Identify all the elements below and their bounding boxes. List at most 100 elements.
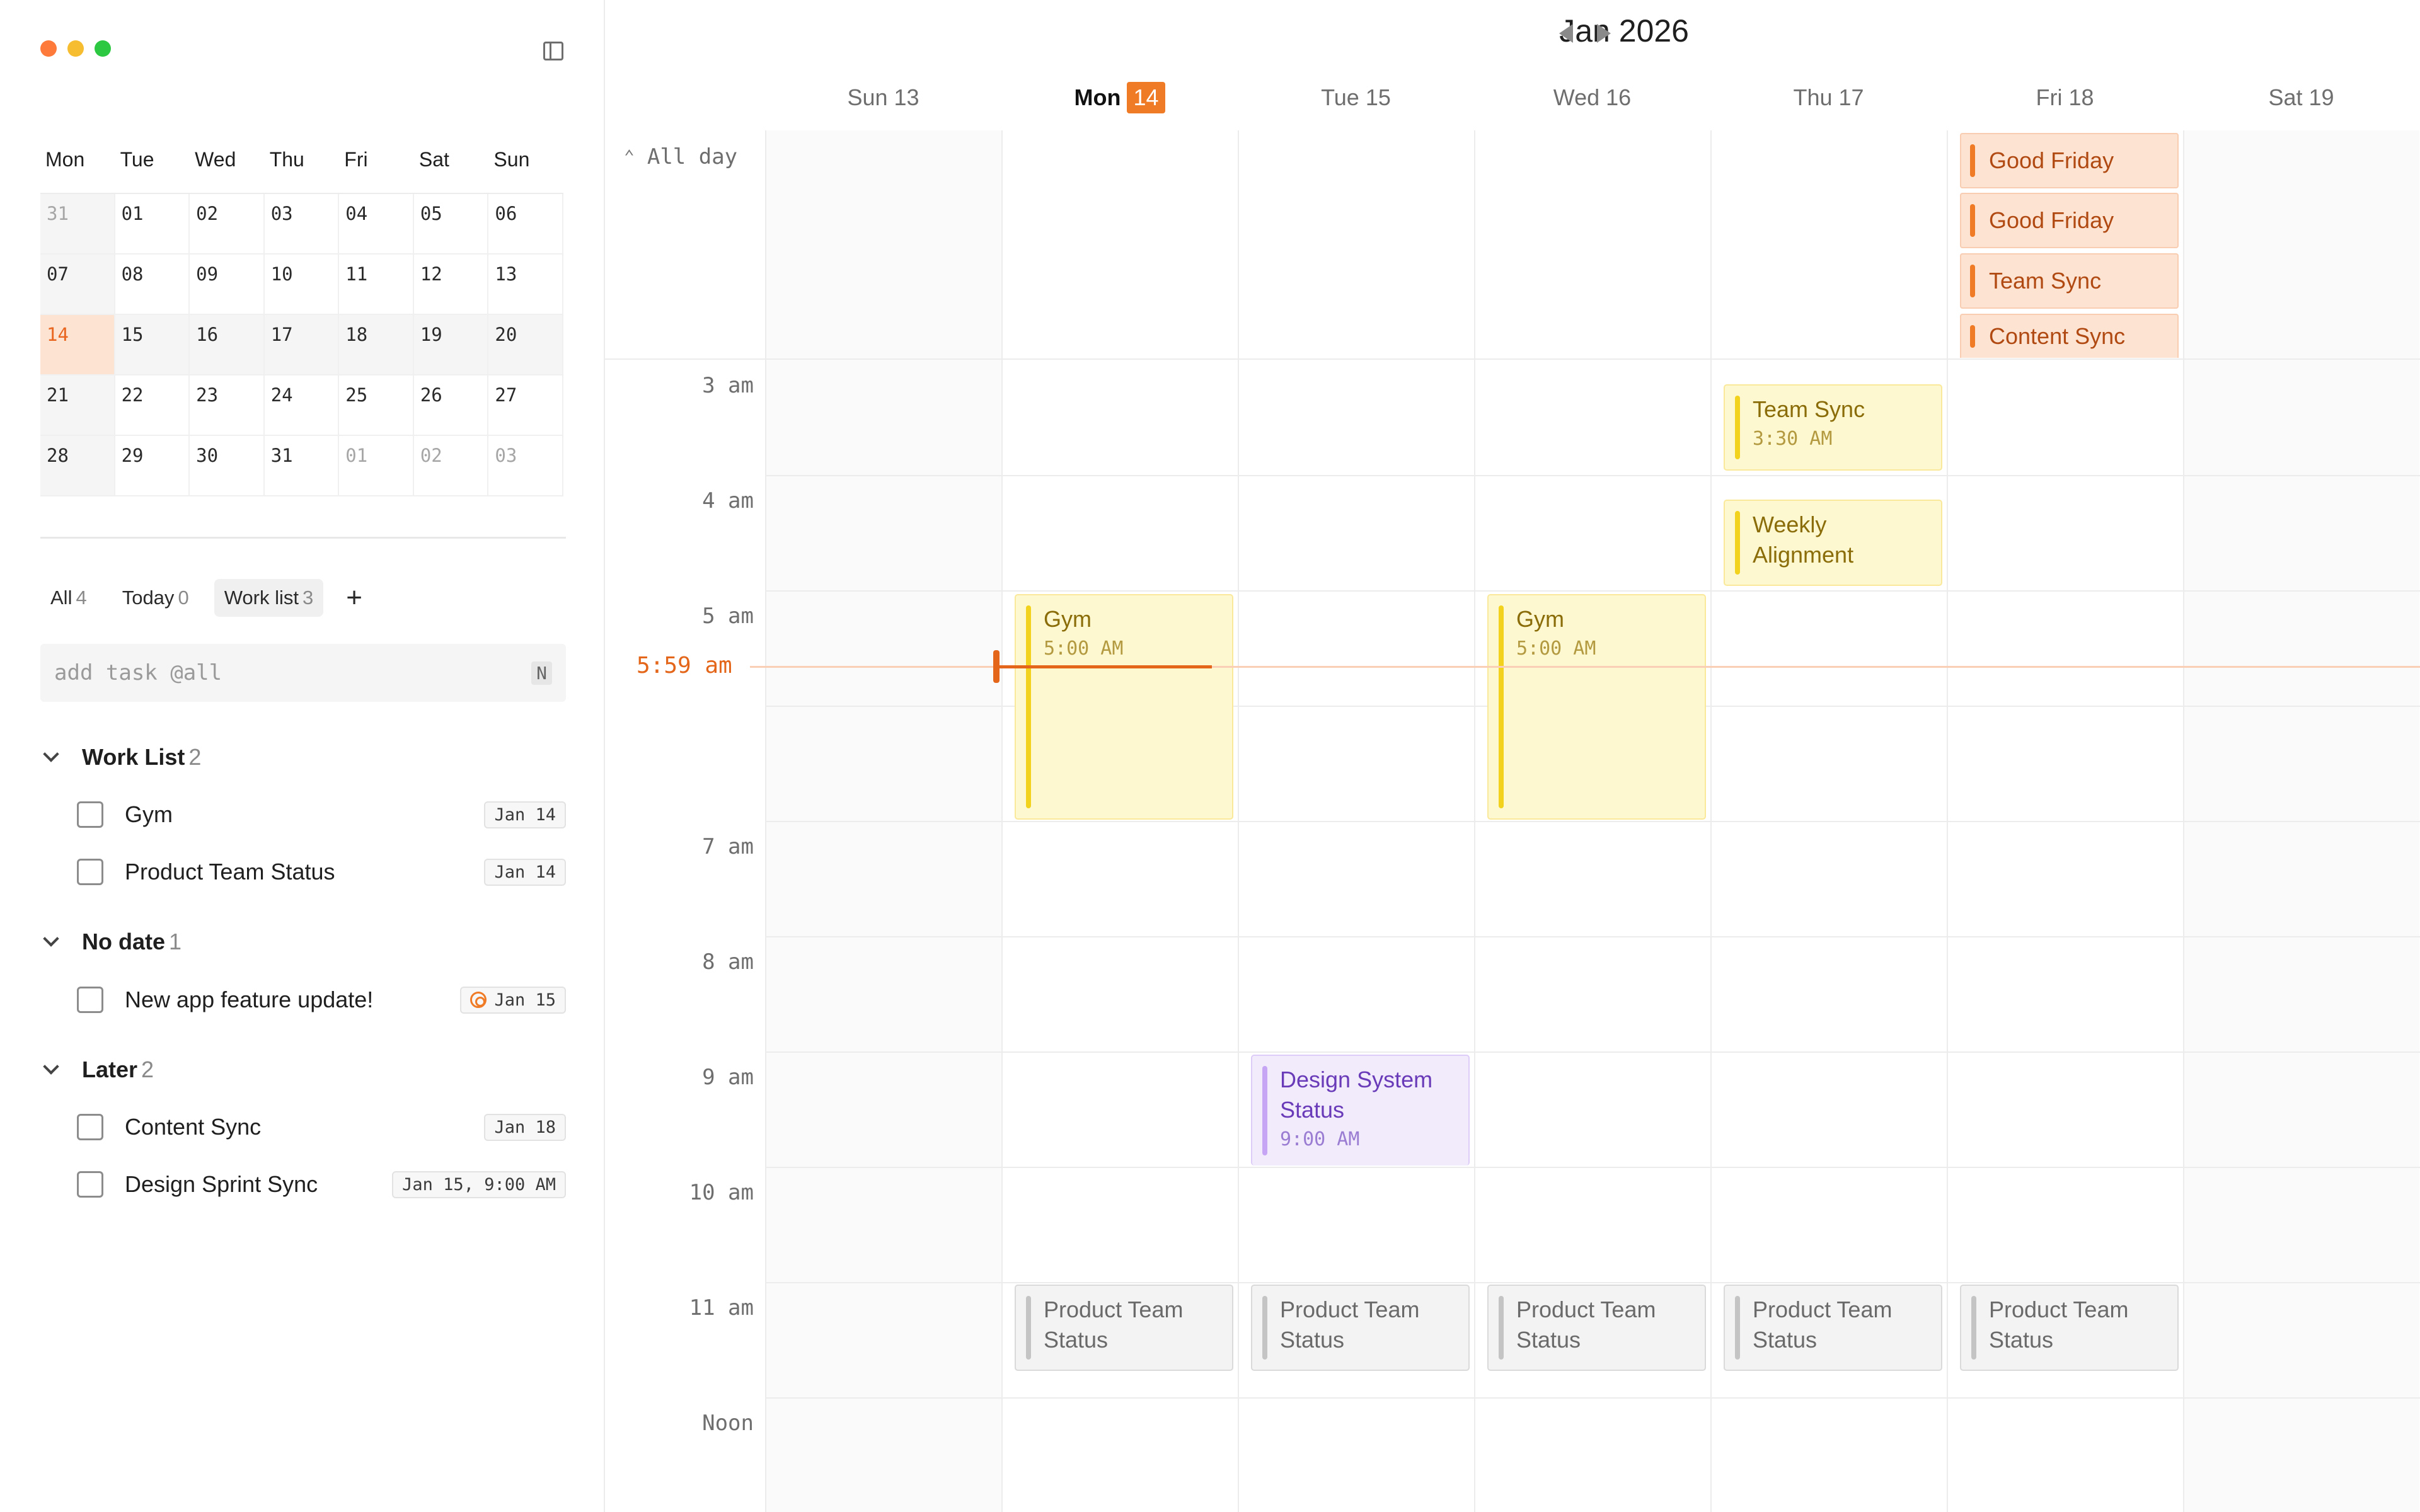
next-week-icon[interactable] <box>1597 24 1611 43</box>
window-minimize-button[interactable] <box>67 40 84 57</box>
mini-calendar-day[interactable]: 18 <box>339 315 414 375</box>
mini-calendar-day[interactable]: 16 <box>190 315 265 375</box>
day-header[interactable]: Tue 15 <box>1238 76 1474 120</box>
mini-calendar-day[interactable]: 01 <box>115 194 190 255</box>
hour-label: 3 am <box>702 373 754 398</box>
task-checkbox[interactable] <box>77 1114 103 1140</box>
all-day-toggle[interactable]: ⌃ All day <box>624 144 737 169</box>
mini-calendar-day[interactable]: 15 <box>115 315 190 375</box>
event-weekly-alignment[interactable]: Weekly Alignment <box>1724 500 1942 586</box>
day-header[interactable]: Fri 18 <box>1947 76 2183 120</box>
add-task-field[interactable]: N <box>40 644 566 702</box>
task-checkbox[interactable] <box>77 859 103 885</box>
mini-calendar-day[interactable]: 29 <box>115 436 190 496</box>
mini-calendar-day[interactable]: 05 <box>413 194 489 255</box>
task-item: New app feature update! Jan 15 <box>77 978 566 1022</box>
mini-calendar-weekdays: Mon Tue Wed Thu Fri Sat Sun <box>40 126 563 193</box>
task-date-badge[interactable]: Jan 15 <box>460 986 566 1014</box>
mini-calendar-day[interactable]: 30 <box>190 436 265 496</box>
event-gym[interactable]: Gym 5:00 AM <box>1015 594 1233 820</box>
event-product-team-status[interactable]: Product Team Status <box>1487 1285 1706 1371</box>
mini-calendar-day[interactable]: 22 <box>115 375 190 436</box>
tab-all[interactable]: All 4 <box>40 579 97 617</box>
event-title: Weekly Alignment <box>1753 512 1854 568</box>
mini-calendar-day[interactable]: 26 <box>413 375 489 436</box>
sidebar-toggle-icon[interactable] <box>543 42 563 60</box>
task-label[interactable]: Content Sync <box>125 1114 484 1140</box>
all-day-event[interactable]: Good Friday <box>1960 193 2179 248</box>
task-checkbox[interactable] <box>77 987 103 1013</box>
chevron-down-icon <box>43 1058 59 1075</box>
event-product-team-status[interactable]: Product Team Status <box>1724 1285 1942 1371</box>
mini-calendar-day[interactable]: 13 <box>488 255 563 315</box>
mini-calendar-day[interactable]: 17 <box>264 315 340 375</box>
tab-count: 3 <box>302 587 314 609</box>
all-day-event[interactable]: Team Sync <box>1960 253 2179 309</box>
mini-calendar-day[interactable]: 07 <box>40 255 115 315</box>
mini-calendar-day[interactable]: 25 <box>339 375 414 436</box>
event-gym[interactable]: Gym 5:00 AM <box>1487 594 1706 820</box>
mini-calendar-day[interactable]: 04 <box>339 194 414 255</box>
event-product-team-status[interactable]: Product Team Status <box>1960 1285 2179 1371</box>
mini-calendar: Mon Tue Wed Thu Fri Sat Sun 31 01 02 03 … <box>40 126 563 496</box>
task-checkbox[interactable] <box>77 801 103 828</box>
task-label[interactable]: Product Team Status <box>125 859 484 885</box>
task-label[interactable]: Design Sprint Sync <box>125 1171 392 1198</box>
group-header-work-list[interactable]: Work List 2 <box>40 740 201 775</box>
hour-divider <box>765 936 2420 937</box>
mini-calendar-day[interactable]: 09 <box>190 255 265 315</box>
mini-calendar-day[interactable]: 02 <box>413 436 489 496</box>
tab-label: All <box>50 587 72 609</box>
day-header[interactable]: Wed 16 <box>1474 76 1710 120</box>
task-date-badge[interactable]: Jan 14 <box>484 801 566 828</box>
mini-calendar-day[interactable]: 31 <box>40 194 115 255</box>
event-title: Gym <box>1044 606 1092 632</box>
tab-work-list[interactable]: Work list 3 <box>214 579 324 617</box>
previous-week-icon[interactable] <box>1559 24 1573 43</box>
event-product-team-status[interactable]: Product Team Status <box>1251 1285 1470 1371</box>
mini-calendar-day[interactable]: 03 <box>488 436 563 496</box>
group-header-later[interactable]: Later 2 <box>40 1052 154 1087</box>
mini-calendar-day[interactable]: 23 <box>190 375 265 436</box>
mini-calendar-day[interactable]: 03 <box>264 194 340 255</box>
day-header[interactable]: Thu 17 <box>1710 76 1947 120</box>
mini-calendar-day[interactable]: 02 <box>190 194 265 255</box>
task-date-badge[interactable]: Jan 18 <box>484 1113 566 1141</box>
event-design-system-status[interactable]: Design System Status 9:00 AM <box>1251 1055 1470 1166</box>
mini-calendar-day[interactable]: 10 <box>264 255 340 315</box>
all-day-event[interactable]: Content Sync <box>1960 314 2179 358</box>
add-task-input[interactable] <box>54 660 532 685</box>
hour-divider <box>765 821 2420 822</box>
all-day-event[interactable]: Good Friday <box>1960 133 2179 188</box>
mini-calendar-day[interactable]: 19 <box>413 315 489 375</box>
mini-calendar-day[interactable]: 01 <box>339 436 414 496</box>
mini-calendar-day[interactable]: 31 <box>264 436 340 496</box>
mini-calendar-day[interactable]: 06 <box>488 194 563 255</box>
task-date-badge[interactable]: Jan 15, 9:00 AM <box>392 1171 566 1198</box>
mini-calendar-day[interactable]: 20 <box>488 315 563 375</box>
mini-calendar-day[interactable]: 11 <box>339 255 414 315</box>
day-header[interactable]: Sat 19 <box>2183 76 2419 120</box>
day-header[interactable]: Sun 13 <box>765 76 1001 120</box>
mini-calendar-today[interactable]: 14 <box>40 315 115 375</box>
mini-calendar-day[interactable]: 27 <box>488 375 563 436</box>
mini-calendar-day[interactable]: 21 <box>40 375 115 436</box>
event-team-sync[interactable]: Team Sync 3:30 AM <box>1724 384 1942 471</box>
group-header-no-date[interactable]: No date 1 <box>40 924 182 959</box>
mini-calendar-day[interactable]: 28 <box>40 436 115 496</box>
task-label[interactable]: New app feature update! <box>125 987 460 1013</box>
day-header-today[interactable]: Mon 14 <box>1001 76 1238 120</box>
window-maximize-button[interactable] <box>95 40 111 57</box>
weekday-label: Thu <box>269 147 304 171</box>
event-product-team-status[interactable]: Product Team Status <box>1015 1285 1233 1371</box>
window-close-button[interactable] <box>40 40 57 57</box>
current-time-marker <box>993 650 1000 683</box>
task-checkbox[interactable] <box>77 1171 103 1198</box>
task-date-badge[interactable]: Jan 14 <box>484 858 566 886</box>
mini-calendar-day[interactable]: 08 <box>115 255 190 315</box>
task-label[interactable]: Gym <box>125 801 484 828</box>
mini-calendar-day[interactable]: 12 <box>413 255 489 315</box>
add-list-button[interactable]: + <box>338 582 370 614</box>
tab-today[interactable]: Today 0 <box>112 579 199 617</box>
mini-calendar-day[interactable]: 24 <box>264 375 340 436</box>
